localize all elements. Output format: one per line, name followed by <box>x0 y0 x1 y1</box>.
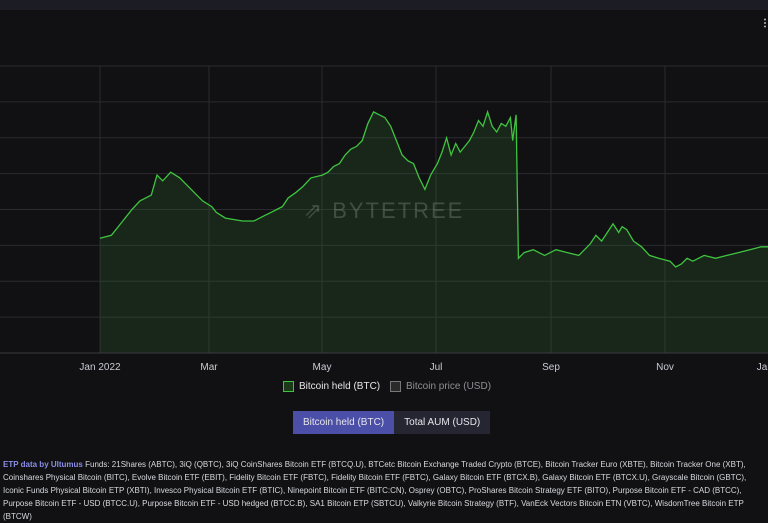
x-tick-label: May <box>313 362 332 373</box>
info-icon[interactable]: ⋮ <box>760 18 768 29</box>
legend-item-btc-held[interactable]: Bitcoin held (BTC) <box>283 381 380 392</box>
x-tick-label: Ja <box>757 362 768 373</box>
legend-label-btc-held: Bitcoin held (BTC) <box>299 381 381 392</box>
etp-holdings-chart: ⇗ BYTETREE Jan 2022 Mar May Jul Sep Nov Ja <box>0 65 768 373</box>
legend-swatch-btc-price <box>390 381 401 392</box>
metric-toggle: Bitcoin held (BTC) Total AUM (USD) <box>293 411 491 434</box>
x-tick-label: Jul <box>430 362 443 373</box>
legend-label-btc-price: Bitcoin price (USD) <box>406 381 492 392</box>
x-tick-label: Nov <box>656 362 674 373</box>
x-tick-label: Jan 2022 <box>79 362 121 373</box>
legend-item-btc-price[interactable]: Bitcoin price (USD) <box>390 381 491 392</box>
btc-held-button[interactable]: Bitcoin held (BTC) <box>293 411 395 434</box>
funds-footnote: ETP data by Ultumus Funds: 21Shares (ABT… <box>3 458 765 523</box>
legend-swatch-btc-held <box>283 381 294 392</box>
x-tick-label: Mar <box>200 362 218 373</box>
series-area-btc-held <box>100 111 768 353</box>
chart-legend: Bitcoin held (BTC) Bitcoin price (USD) <box>0 381 768 399</box>
watermark-text: ⇗ BYTETREE <box>304 198 465 223</box>
top-bar <box>0 0 768 10</box>
total-aum-button[interactable]: Total AUM (USD) <box>394 411 491 434</box>
x-tick-label: Sep <box>542 362 560 373</box>
data-source-link[interactable]: ETP data by Ultumus <box>3 460 83 469</box>
